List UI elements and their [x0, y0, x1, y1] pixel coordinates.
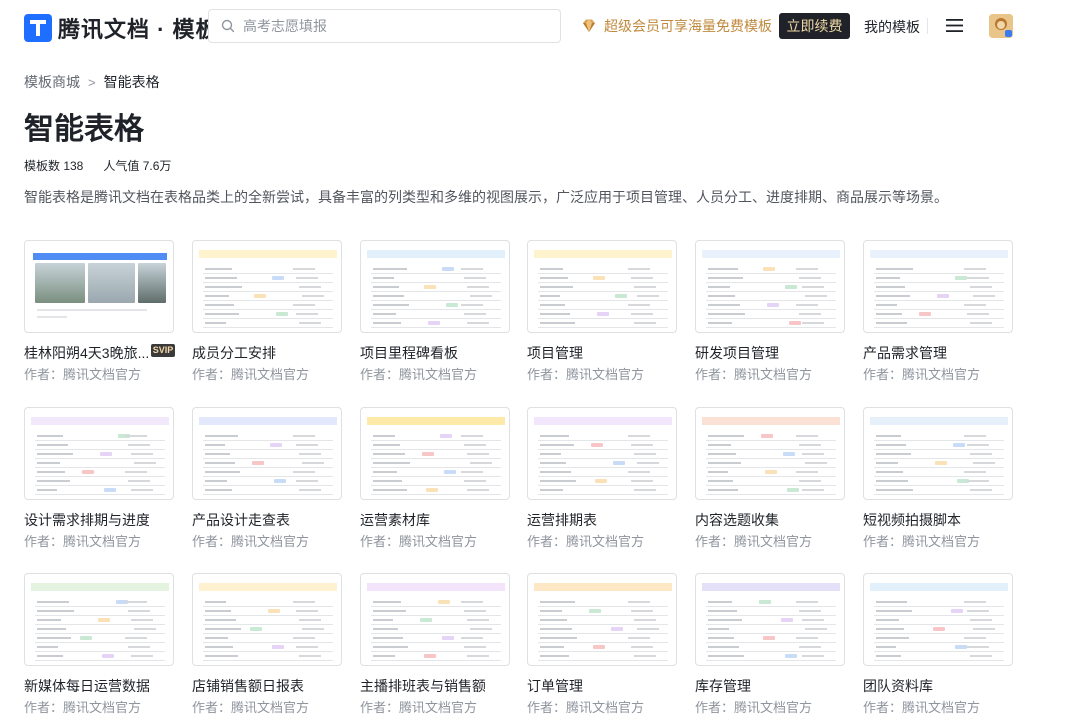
template-title[interactable]: 项目里程碑看板 [360, 343, 485, 363]
template-author: 作者：腾讯文档官方 [360, 534, 478, 549]
template-title[interactable]: 团队资料库 [863, 676, 988, 696]
template-thumbnail[interactable] [24, 573, 174, 666]
template-author: 作者：腾讯文档官方 [695, 367, 813, 382]
breadcrumb-current: 智能表格 [103, 74, 160, 90]
svip-badge: SVIP [151, 344, 175, 357]
logo[interactable]: 腾讯文档 · 模板 [24, 12, 219, 44]
page-description: 智能表格是腾讯文档在表格品类上的全新尝试，具备丰富的列类型和多维的视图展示，广泛… [24, 189, 948, 205]
template-author: 作者：腾讯文档官方 [527, 367, 645, 382]
template-thumbnail[interactable] [527, 240, 677, 333]
template-title[interactable]: 成员分工安排 [192, 343, 317, 363]
template-author: 作者：腾讯文档官方 [192, 534, 310, 549]
template-author: 作者：腾讯文档官方 [192, 700, 310, 715]
template-author: 作者：腾讯文档官方 [863, 700, 981, 715]
avatar-image-icon [989, 14, 1013, 38]
template-title[interactable]: 订单管理 [527, 676, 652, 696]
template-card[interactable]: 库存管理作者：腾讯文档官方 [695, 573, 845, 715]
template-card[interactable]: 订单管理作者：腾讯文档官方 [527, 573, 677, 715]
top-header: 腾讯文档 · 模板 超级会员可享海量免费模板 立即续费 我的模板 [0, 0, 1080, 52]
template-title[interactable]: 店铺销售额日报表 [192, 676, 317, 696]
template-title[interactable]: 内容选题收集 [695, 510, 820, 530]
template-thumbnail[interactable] [192, 407, 342, 500]
template-title[interactable]: 库存管理 [695, 676, 820, 696]
template-card[interactable]: 设计需求排期与进度作者：腾讯文档官方 [24, 407, 174, 549]
promo-text: 超级会员可享海量免费模板 [604, 18, 772, 34]
template-author: 作者：腾讯文档官方 [527, 700, 645, 715]
template-thumbnail[interactable] [192, 240, 342, 333]
template-author: 作者：腾讯文档官方 [695, 700, 813, 715]
template-card[interactable]: 短视频拍摄脚本作者：腾讯文档官方 [863, 407, 1013, 549]
template-card[interactable]: 成员分工安排作者：腾讯文档官方 [192, 240, 342, 382]
logo-text: 腾讯文档 · 模板 [58, 17, 219, 42]
template-title[interactable]: 设计需求排期与进度 [24, 510, 149, 530]
diamond-icon [583, 19, 595, 32]
template-thumbnail[interactable] [24, 240, 174, 333]
menu-icon[interactable] [946, 18, 963, 33]
template-author: 作者：腾讯文档官方 [527, 534, 645, 549]
template-card[interactable]: 主播排班表与销售额统计作者：腾讯文档官方 [360, 573, 510, 715]
template-card[interactable]: 桂林阳朔4天3晚旅... SVIP 作者：腾讯文档官方 [24, 240, 175, 382]
search-box[interactable] [208, 9, 561, 43]
breadcrumb-chevron-icon: > [88, 74, 96, 90]
template-thumbnail[interactable] [863, 240, 1013, 333]
template-title[interactable]: 运营排期表 [527, 510, 652, 530]
template-title[interactable]: 新媒体每日运营数据上报 [24, 676, 149, 696]
template-title[interactable]: 主播排班表与销售额统计 [360, 676, 485, 696]
search-input[interactable] [241, 17, 545, 35]
tencent-docs-logo-icon [24, 14, 52, 42]
search-icon [221, 19, 235, 33]
template-title[interactable]: 产品需求管理 [863, 343, 988, 363]
template-author: 作者：腾讯文档官方 [360, 367, 478, 382]
template-title[interactable]: 短视频拍摄脚本 [863, 510, 988, 530]
template-title[interactable]: 研发项目管理 [695, 343, 820, 363]
template-card[interactable]: 新媒体每日运营数据上报作者：腾讯文档官方 [24, 573, 174, 715]
template-card[interactable]: 项目管理作者：腾讯文档官方 [527, 240, 677, 382]
svip-promo[interactable]: 超级会员可享海量免费模板 [580, 16, 772, 36]
template-author: 作者：腾讯文档官方 [360, 700, 478, 715]
template-title[interactable]: 产品设计走查表 [192, 510, 317, 530]
template-card[interactable]: 产品设计走查表作者：腾讯文档官方 [192, 407, 342, 549]
page-title: 智能表格 [24, 113, 144, 146]
template-thumbnail[interactable] [360, 240, 510, 333]
breadcrumb: 模板商城 > 智能表格 [24, 72, 160, 92]
template-author: 作者：腾讯文档官方 [24, 534, 142, 549]
template-card[interactable]: 内容选题收集作者：腾讯文档官方 [695, 407, 845, 549]
template-author: 作者：腾讯文档官方 [24, 367, 142, 382]
avatar[interactable] [989, 14, 1013, 38]
my-templates-link[interactable]: 我的模板 [864, 17, 920, 37]
template-card[interactable]: 店铺销售额日报表作者：腾讯文档官方 [192, 573, 342, 715]
template-card[interactable]: 运营排期表作者：腾讯文档官方 [527, 407, 677, 549]
template-author: 作者：腾讯文档官方 [863, 367, 981, 382]
template-thumbnail[interactable] [695, 573, 845, 666]
template-thumbnail[interactable] [192, 573, 342, 666]
template-thumbnail[interactable] [360, 573, 510, 666]
template-title[interactable]: 桂林阳朔4天3晚旅... [24, 343, 149, 363]
template-thumbnail[interactable] [24, 407, 174, 500]
template-card[interactable]: 研发项目管理作者：腾讯文档官方 [695, 240, 845, 382]
template-author: 作者：腾讯文档官方 [192, 367, 310, 382]
template-card[interactable]: 产品需求管理作者：腾讯文档官方 [863, 240, 1013, 382]
template-card[interactable]: 项目里程碑看板作者：腾讯文档官方 [360, 240, 510, 382]
template-title[interactable]: 项目管理 [527, 343, 652, 363]
template-author: 作者：腾讯文档官方 [863, 534, 981, 549]
template-thumbnail[interactable] [695, 407, 845, 500]
header-divider [927, 18, 928, 34]
template-title[interactable]: 运营素材库 [360, 510, 485, 530]
template-thumbnail[interactable] [360, 407, 510, 500]
template-card[interactable]: 团队资料库作者：腾讯文档官方 [863, 573, 1013, 715]
template-author: 作者：腾讯文档官方 [24, 700, 142, 715]
renew-button[interactable]: 立即续费 [779, 13, 850, 39]
template-card[interactable]: 运营素材库作者：腾讯文档官方 [360, 407, 510, 549]
page-stats: 模板数 138 人气值 7.6万 [24, 157, 171, 174]
template-thumbnail[interactable] [695, 240, 845, 333]
template-thumbnail[interactable] [863, 407, 1013, 500]
breadcrumb-parent-link[interactable]: 模板商城 [24, 72, 80, 92]
template-thumbnail[interactable] [527, 407, 677, 500]
template-count: 模板数 138 [24, 159, 84, 173]
template-author: 作者：腾讯文档官方 [695, 534, 813, 549]
template-thumbnail[interactable] [527, 573, 677, 666]
popularity-value: 人气值 7.6万 [103, 159, 172, 173]
template-thumbnail[interactable] [863, 573, 1013, 666]
